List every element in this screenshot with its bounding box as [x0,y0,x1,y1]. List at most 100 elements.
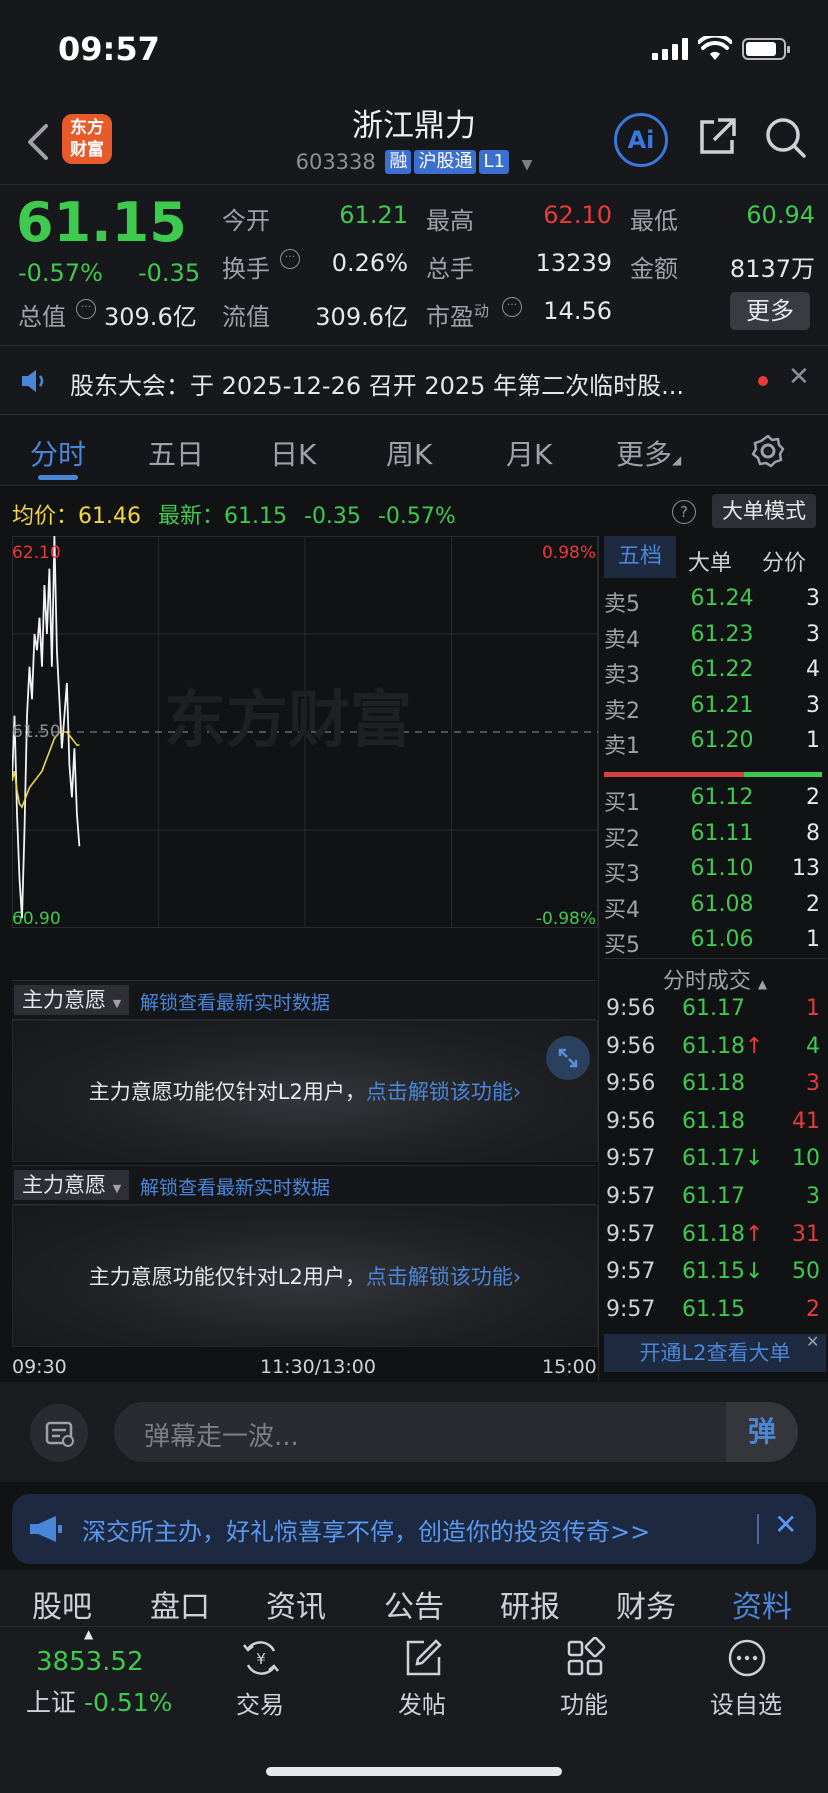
subtab-profile[interactable]: 资料 [732,1582,792,1626]
danmu-send-button[interactable]: 弹 [726,1402,798,1462]
l2-banner[interactable]: 开通L2查看大单 [604,1334,826,1372]
tick-time: 9:57 [606,1146,656,1172]
main-force-lock-panel-2: 主力意愿功能仅针对L2用户，点击解锁该功能› [12,1205,598,1347]
subtab-news[interactable]: 资讯 [266,1582,326,1626]
info-subtabs: 股吧 盘口 资讯 公告 研报 财务 资料 [0,1570,828,1626]
dropdown-caret-icon[interactable]: ▼ [522,157,533,173]
nav-add-watchlist-label: 设自选 [710,1691,782,1719]
ai-button[interactable]: Ai [614,113,668,167]
tag-level: L1 [479,150,509,174]
tab-active-indicator [38,475,78,480]
tick-row: 9:57 61.18↑ 31 [604,1222,826,1259]
nav-post-label: 发帖 [398,1691,446,1719]
tab-daily-k[interactable]: 日K [270,433,316,473]
unread-dot [758,376,768,386]
tick-row: 9:57 61.17 3 [604,1184,826,1221]
ask-level-label: 卖2 [604,698,640,724]
tag-connect: 沪股通 [414,150,477,174]
main-force-selector-1[interactable]: 主力意愿 ▼ [14,985,130,1015]
info-change-pct: -0.57% [377,504,456,529]
bid-price: 61.10 [690,856,754,881]
tab-intraday[interactable]: 分时 [30,433,86,473]
big-order-mode-button[interactable]: 大单模式 [712,494,816,528]
tab-monthly-k[interactable]: 月K [506,433,552,473]
last-price: 61.15 [16,191,187,254]
lock-message-1: 主力意愿功能仅针对L2用户，点击解锁该功能› [13,1076,597,1106]
wifi-icon [698,36,732,60]
lock-text-1: 主力意愿功能仅针对L2用户， [88,1080,366,1104]
tick-price-value: 61.18 [682,1033,745,1059]
tick-price: 61.18 [682,1109,745,1134]
svg-text:¥: ¥ [256,1650,266,1668]
danmu-toggle-icon[interactable] [30,1404,88,1462]
main-force-lock-panel-1: 主力意愿功能仅针对L2用户，点击解锁该功能› [12,1020,598,1162]
subtab-forum[interactable]: 股吧 [32,1582,92,1626]
subtab-handicap[interactable]: 盘口 [150,1582,210,1626]
tick-price-value: 61.15 [682,1259,745,1285]
promo-divider [757,1514,759,1544]
float-value: 309.6亿 [315,303,408,331]
unlock-link-1[interactable]: 解锁查看最新实时数据 [140,988,330,1015]
share-icon[interactable] [696,116,738,158]
tab-more[interactable]: 更多◢ [616,433,681,473]
bid-price: 61.11 [690,820,754,846]
more-button[interactable]: 更多 [730,292,810,330]
promo-banner[interactable]: 深交所主办，好礼惊喜享不停，创造你的投资传奇>> ✕ [12,1494,816,1564]
bid-volume: 1 [806,927,820,952]
ask-level-label: 卖5 [604,592,640,617]
quote-panel: 61.15 -0.57% -0.35 总值 ··· 309.6亿 今开 61.2… [0,185,828,346]
ask-row: 卖2 61.21 3 [604,693,826,728]
tick-row: 9:56 61.18 3 [604,1071,826,1108]
x-label-open: 09:30 [12,1356,67,1378]
ask-row: 卖4 61.23 3 [604,622,826,657]
search-icon[interactable] [764,116,808,160]
bid-level-label: 买3 [604,862,640,887]
expand-icon[interactable] [546,1036,590,1080]
tab-5day[interactable]: 五日 [148,433,204,473]
low-value: 60.94 [746,201,815,229]
danmu-placeholder: 弹幕走一波... [144,1422,299,1452]
pct-min-label: -0.98% [536,909,596,928]
more-button-label: 更多 [746,297,794,325]
last-label: 最新： [158,504,225,529]
lock-unlock-link-1[interactable]: 点击解锁该功能 [366,1080,513,1104]
close-l2-banner-icon[interactable]: ✕ [806,1332,819,1351]
tick-price-value: 61.15 [682,1296,745,1322]
index-widget[interactable]: ▲ 3853.52 上证 -0.51% [20,1627,190,1727]
close-promo-icon[interactable]: ✕ [774,1508,797,1541]
danmu-input[interactable]: 弹幕走一波... 弹 [114,1402,798,1462]
trade-icon: ¥ [243,1641,279,1675]
ticks-header[interactable]: 分时成交 ▲ [604,958,826,995]
caret-up-icon: ▲ [757,977,768,991]
tick-volume: 10 [792,1146,820,1172]
orderbook-tab-price[interactable]: 分价 [762,545,806,577]
lock-unlock-link-2[interactable]: 点击解锁该功能 [366,1265,513,1289]
turnover-info-icon[interactable]: ··· [280,249,300,269]
settings-gear-icon[interactable] [750,433,786,469]
intraday-chart[interactable]: 东方财富 62.10 61.50 60.90 0.98% -0.98% [12,536,598,928]
ask-price: 61.21 [690,692,754,718]
tick-volume: 3 [806,1071,820,1097]
orderbook-divider [598,536,599,1381]
main-force-selector-2[interactable]: 主力意愿 ▼ [14,1170,130,1200]
orderbook-tab-big[interactable]: 大单 [688,545,732,577]
lock-message-2: 主力意愿功能仅针对L2用户，点击解锁该功能› [13,1261,597,1291]
orderbook-tab-level5[interactable]: 五档 [604,536,676,578]
last-value: 61.15 [224,504,287,529]
notice-bar[interactable]: 股东大会：于 2025-12-26 召开 2025 年第二次临时股... ✕ [0,346,828,415]
tick-row: 9:57 61.15↓ 50 [604,1259,826,1296]
bid-level-label: 买2 [604,826,640,852]
close-notice-icon[interactable]: ✕ [788,362,810,392]
tick-row: 9:56 61.18 41 [604,1109,826,1146]
unlock-link-2[interactable]: 解锁查看最新实时数据 [140,1173,330,1200]
subtab-announcements[interactable]: 公告 [384,1582,444,1626]
mktcap-info-icon[interactable]: ··· [76,299,96,319]
subtab-research[interactable]: 研报 [500,1582,560,1626]
period-tabs: 分时 五日 日K 周K 月K 更多◢ [0,415,828,486]
subtab-finance[interactable]: 财务 [616,1582,676,1626]
ask-price: 61.20 [690,728,754,753]
bid-price: 61.08 [690,891,754,917]
tab-weekly-k[interactable]: 周K [386,433,432,473]
mktcap-label: 总值 [18,303,66,331]
help-icon[interactable]: ? [672,500,696,524]
